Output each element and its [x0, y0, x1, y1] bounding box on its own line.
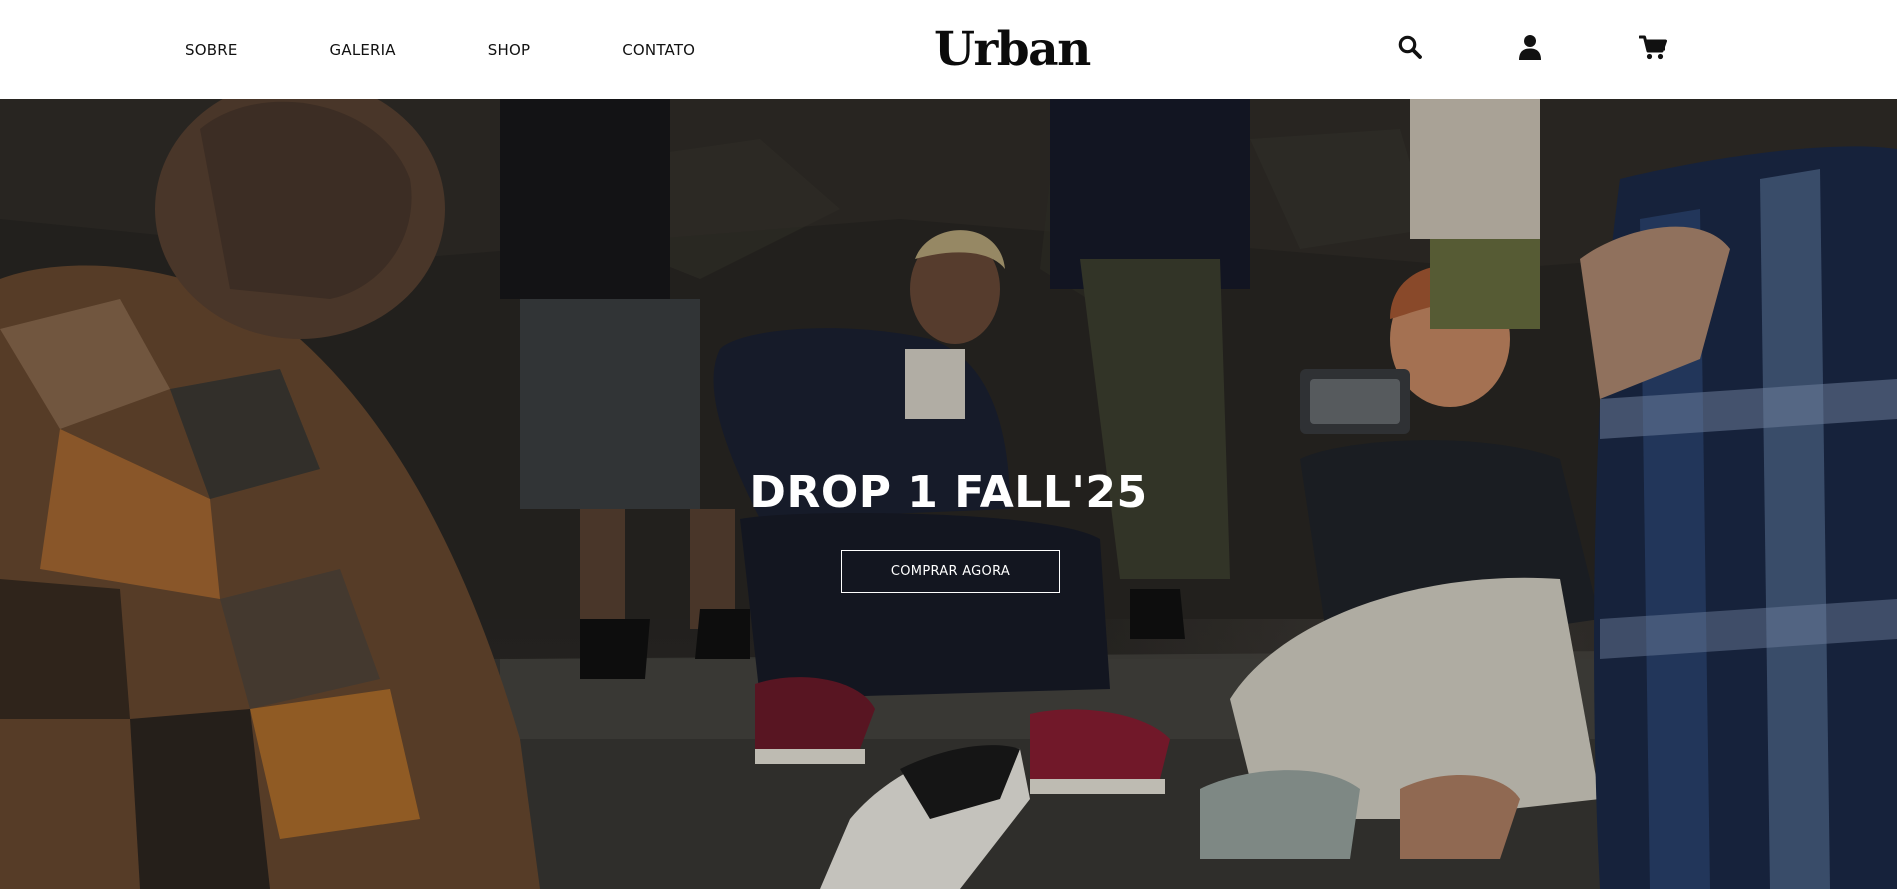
hero-title: DROP 1 FALL'25	[749, 467, 1148, 518]
search-icon[interactable]	[1396, 33, 1424, 61]
site-header: SOBRE GALERIA SHOP CONTATO Urban	[0, 0, 1897, 99]
cart-icon[interactable]	[1639, 33, 1667, 61]
shop-now-button[interactable]: COMPRAR AGORA	[841, 550, 1060, 593]
hero-banner: DROP 1 FALL'25 COMPRAR AGORA	[0, 99, 1897, 889]
header-actions	[0, 33, 1897, 63]
user-icon[interactable]	[1516, 33, 1544, 61]
hero-content: DROP 1 FALL'25 COMPRAR AGORA	[0, 99, 1897, 889]
